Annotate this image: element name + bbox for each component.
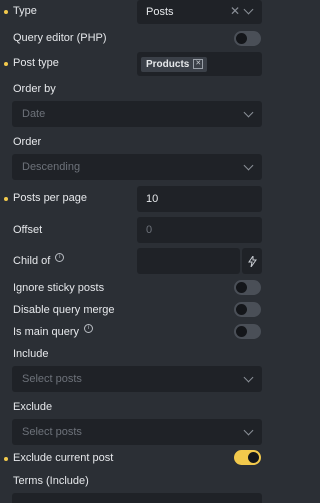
exclude-current-label: Exclude current post — [13, 452, 114, 464]
posts-per-page-row: Posts per page 10 — [0, 186, 274, 212]
order-select[interactable]: Descending — [12, 154, 262, 180]
include-label: Include — [13, 348, 49, 360]
posts-per-page-input[interactable]: 10 — [137, 186, 262, 212]
info-icon[interactable]: i — [55, 253, 65, 262]
bolt-icon — [247, 255, 257, 267]
disable-merge-label: Disable query merge — [13, 304, 115, 316]
child-of-row: Child of i — [0, 248, 274, 274]
post-type-tag: Products ✕ — [141, 56, 208, 72]
query-editor-toggle[interactable] — [234, 31, 261, 46]
offset-placeholder: 0 — [146, 224, 153, 236]
terms-include-label: Terms (Include) — [13, 475, 89, 487]
offset-input[interactable]: 0 — [137, 217, 262, 243]
modified-indicator — [4, 62, 8, 66]
order-by-row: Order by Date — [0, 80, 274, 128]
close-icon[interactable]: ✕ — [193, 59, 204, 69]
exclude-select[interactable]: Select posts — [12, 419, 262, 445]
chevron-down-icon — [243, 372, 254, 383]
order-label: Order — [13, 136, 42, 148]
exclude-row: Exclude Select posts — [0, 398, 274, 446]
chevron-down-icon — [243, 4, 254, 15]
chevron-down-icon — [243, 425, 254, 436]
terms-include-select[interactable] — [12, 493, 262, 503]
child-of-label-text: Child of — [13, 255, 51, 267]
type-row: Type Posts ✕ — [0, 0, 274, 24]
clear-icon[interactable]: ✕ — [230, 4, 240, 18]
exclude-label: Exclude — [13, 401, 53, 413]
posts-per-page-label: Posts per page — [13, 192, 87, 204]
order-placeholder: Descending — [22, 161, 81, 173]
disable-merge-toggle[interactable] — [234, 302, 261, 317]
include-placeholder: Select posts — [22, 373, 82, 385]
order-by-placeholder: Date — [22, 108, 46, 120]
query-editor-label: Query editor (PHP) — [13, 32, 107, 44]
ignore-sticky-toggle[interactable] — [234, 280, 261, 295]
exclude-current-toggle[interactable] — [234, 450, 261, 465]
modified-indicator — [4, 197, 8, 201]
chevron-down-icon — [243, 107, 254, 118]
disable-merge-row: Disable query merge — [0, 302, 274, 322]
main-query-row: Is main query i — [0, 323, 274, 343]
modified-indicator — [4, 10, 8, 14]
main-query-label-text: Is main query — [13, 326, 80, 338]
post-type-label: Post type — [13, 57, 59, 69]
main-query-toggle[interactable] — [234, 324, 261, 339]
offset-row: Offset 0 — [0, 217, 274, 243]
post-type-select[interactable]: Products ✕ — [137, 52, 262, 76]
post-type-tag-label: Products — [146, 58, 190, 70]
order-row: Order Descending — [0, 133, 274, 181]
dynamic-data-button[interactable] — [242, 248, 262, 274]
order-by-label: Order by — [13, 83, 56, 95]
exclude-current-row: Exclude current post — [0, 450, 274, 470]
modified-indicator — [4, 457, 8, 461]
chevron-down-icon — [243, 160, 254, 171]
include-row: Include Select posts — [0, 345, 274, 393]
child-of-input[interactable] — [137, 248, 240, 274]
post-type-row: Post type Products ✕ — [0, 52, 274, 76]
order-by-select[interactable]: Date — [12, 101, 262, 127]
ignore-sticky-label: Ignore sticky posts — [13, 282, 105, 294]
query-editor-row: Query editor (PHP) — [0, 30, 274, 50]
type-select[interactable]: Posts ✕ — [137, 0, 262, 24]
exclude-placeholder: Select posts — [22, 426, 82, 438]
child-of-label: Child of i — [13, 253, 65, 267]
main-query-label: Is main query i — [13, 324, 94, 338]
type-value: Posts — [146, 6, 174, 18]
include-select[interactable]: Select posts — [12, 366, 262, 392]
posts-per-page-value: 10 — [146, 193, 159, 205]
offset-label: Offset — [13, 224, 43, 236]
type-label: Type — [13, 5, 37, 17]
info-icon[interactable]: i — [84, 324, 94, 333]
terms-include-row: Terms (Include) — [0, 472, 274, 503]
ignore-sticky-row: Ignore sticky posts — [0, 279, 274, 299]
